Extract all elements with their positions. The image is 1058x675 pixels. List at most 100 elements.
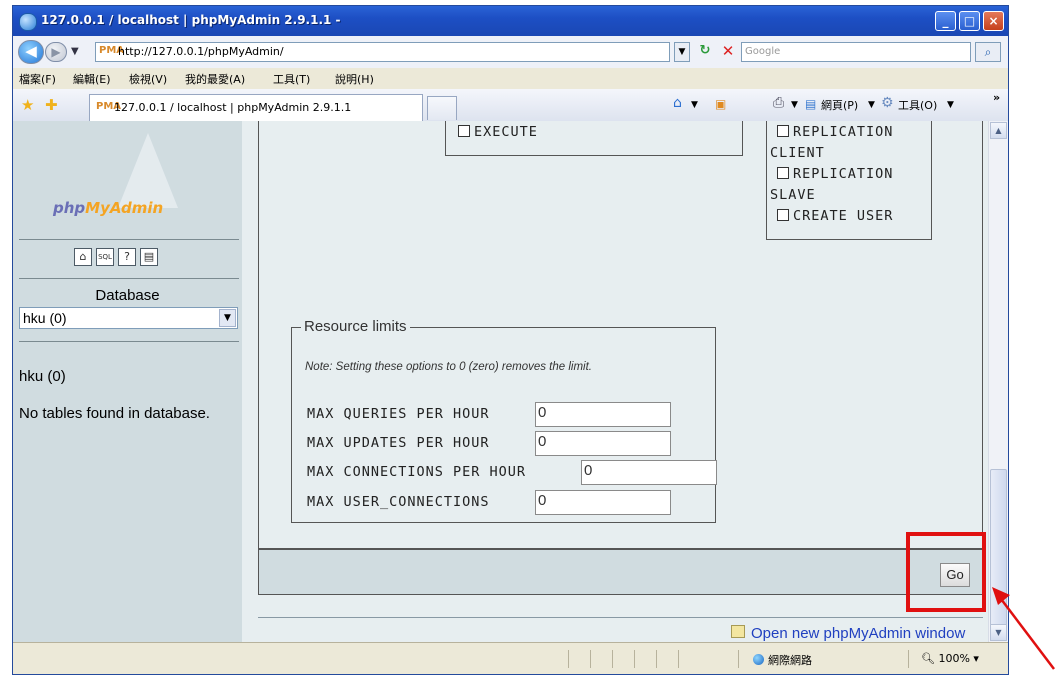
logo-myadmin: MyAdmin bbox=[85, 199, 164, 217]
status-divider bbox=[612, 650, 613, 668]
privilege-execute[interactable]: EXECUTE bbox=[458, 122, 538, 143]
left-navigation-frame: phpMyAdmin ⌂ SQL ? ▤ Database hku (0) ▼ … bbox=[13, 121, 242, 642]
tools-menu[interactable]: 工具(O) bbox=[898, 97, 937, 113]
privilege-group-administration: EXECUTE bbox=[445, 121, 743, 156]
privilege-create-user[interactable]: CREATE USER bbox=[777, 206, 893, 227]
menu-bar: 檔案(F) 編輯(E) 檢視(V) 我的最愛(A) 工具(T) 說明(H) bbox=[13, 68, 1008, 90]
page-icon: ▤ bbox=[805, 97, 817, 111]
phpmyadmin-logo[interactable]: phpMyAdmin bbox=[53, 199, 163, 217]
docs-alt-icon[interactable]: ▤ bbox=[140, 248, 158, 266]
page-dropdown-icon: ▼ bbox=[868, 100, 875, 110]
status-divider bbox=[634, 650, 635, 668]
form-submit-bar: Go bbox=[258, 549, 983, 595]
max-user-connections-input[interactable]: 0 bbox=[535, 490, 671, 515]
user-privileges-form: EXECUTE REPLICATION CLIENT REPLICATION S… bbox=[258, 121, 983, 549]
home-icon[interactable]: ⌂ bbox=[673, 95, 682, 111]
menu-view[interactable]: 檢視(V) bbox=[129, 71, 167, 87]
tab-title: 127.0.0.1 / localhost | phpMyAdmin 2.9.1… bbox=[114, 101, 352, 114]
database-select-value: hku (0) bbox=[23, 310, 67, 326]
address-input[interactable]: PMA http://127.0.0.1/phpMyAdmin/ bbox=[95, 42, 670, 62]
zoom-icon: 🔍︎ bbox=[921, 652, 939, 665]
execute-label: EXECUTE bbox=[474, 124, 538, 140]
stop-icon[interactable]: ✕ bbox=[718, 42, 738, 62]
docs-icon[interactable]: ? bbox=[118, 248, 136, 266]
recent-pages-dropdown[interactable]: ▼ bbox=[71, 46, 79, 57]
refresh-icon[interactable]: ↻ bbox=[694, 42, 716, 62]
internet-zone: 網際網路 bbox=[753, 652, 812, 668]
title-bar: 127.0.0.1 / localhost | phpMyAdmin 2.9.1… bbox=[13, 6, 1008, 36]
menu-favorites[interactable]: 我的最愛(A) bbox=[185, 71, 245, 87]
sql-query-icon[interactable]: SQL bbox=[96, 248, 114, 266]
forward-button[interactable]: ▶ bbox=[45, 42, 67, 62]
favorites-star-icon[interactable]: ★ bbox=[21, 96, 34, 114]
new-tab-button[interactable] bbox=[427, 96, 457, 120]
window-icon bbox=[731, 625, 745, 638]
search-input[interactable]: Google bbox=[741, 42, 971, 62]
browser-window: 127.0.0.1 / localhost | phpMyAdmin 2.9.1… bbox=[12, 5, 1009, 675]
privilege-replication-slave[interactable]: REPLICATION bbox=[777, 164, 893, 185]
zoom-level[interactable]: 🔍︎ 100% ▾ bbox=[921, 652, 979, 665]
database-label: Database bbox=[95, 287, 160, 304]
sailboat-logo-icon bbox=[118, 133, 178, 208]
back-button[interactable]: ◀ bbox=[18, 40, 44, 64]
replication-client-label-1: REPLICATION bbox=[793, 124, 894, 140]
vertical-scrollbar[interactable]: ▲ ▼ bbox=[988, 121, 1008, 642]
create-user-label: CREATE USER bbox=[793, 208, 894, 224]
print-icon[interactable]: ⎙ bbox=[773, 95, 784, 111]
divider bbox=[19, 341, 239, 342]
replication-slave-checkbox[interactable] bbox=[777, 167, 789, 179]
open-new-window-link[interactable]: Open new phpMyAdmin window bbox=[731, 625, 965, 642]
privilege-replication-client[interactable]: REPLICATION bbox=[777, 122, 893, 143]
address-toolbar: ◀ ▶ ▼ PMA http://127.0.0.1/phpMyAdmin/ ▼… bbox=[13, 36, 1008, 69]
max-queries-input[interactable]: 0 bbox=[535, 402, 671, 427]
execute-checkbox[interactable] bbox=[458, 125, 470, 137]
menu-file[interactable]: 檔案(F) bbox=[19, 71, 56, 87]
page-menu[interactable]: 網頁(P) bbox=[821, 97, 858, 113]
replication-slave-label-1: REPLICATION bbox=[793, 166, 894, 182]
tab-bar: ★ ✚ PMA 127.0.0.1 / localhost | phpMyAdm… bbox=[13, 89, 1008, 122]
chevron-down-icon[interactable]: ▼ bbox=[219, 309, 236, 327]
menu-tools[interactable]: 工具(T) bbox=[273, 71, 310, 87]
max-connections-input[interactable]: 0 bbox=[581, 460, 717, 485]
feeds-icon[interactable]: ▣ bbox=[715, 97, 726, 111]
zoom-value: 100% bbox=[938, 652, 970, 665]
close-button[interactable]: × bbox=[983, 11, 1004, 31]
status-divider bbox=[738, 650, 739, 668]
privilege-group-replication: REPLICATION CLIENT REPLICATION SLAVE CRE… bbox=[766, 121, 932, 240]
address-dropdown-button[interactable]: ▼ bbox=[674, 42, 690, 62]
max-connections-label: MAX CONNECTIONS PER HOUR bbox=[307, 464, 527, 480]
annotation-arrow-icon bbox=[992, 587, 1055, 670]
menu-help[interactable]: 說明(H) bbox=[335, 71, 374, 87]
print-dropdown-icon[interactable]: ▼ bbox=[791, 100, 798, 110]
status-bar: 網際網路 🔍︎ 100% ▾ bbox=[13, 642, 1008, 674]
ie-icon bbox=[19, 13, 37, 31]
status-divider bbox=[568, 650, 569, 668]
create-user-checkbox[interactable] bbox=[777, 209, 789, 221]
status-divider bbox=[678, 650, 679, 668]
zone-label: 網際網路 bbox=[768, 654, 812, 667]
go-button-highlight-box bbox=[906, 532, 986, 612]
max-updates-input[interactable]: 0 bbox=[535, 431, 671, 456]
replication-client-label-2: CLIENT bbox=[770, 145, 825, 161]
database-select[interactable]: hku (0) ▼ bbox=[19, 307, 238, 329]
window-title: 127.0.0.1 / localhost | phpMyAdmin 2.9.1… bbox=[41, 13, 341, 27]
replication-client-checkbox[interactable] bbox=[777, 125, 789, 137]
menu-edit[interactable]: 編輯(E) bbox=[73, 71, 111, 87]
no-tables-message: No tables found in database. bbox=[19, 405, 210, 422]
search-button[interactable]: ⌕ bbox=[975, 42, 1001, 62]
tools-gear-icon: ⚙ bbox=[881, 95, 894, 111]
minimize-button[interactable]: _ bbox=[935, 11, 956, 31]
scroll-up-arrow-icon[interactable]: ▲ bbox=[990, 122, 1007, 139]
home-dropdown-icon[interactable]: ▼ bbox=[691, 100, 698, 110]
home-icon[interactable]: ⌂ bbox=[74, 248, 92, 266]
status-divider bbox=[908, 650, 909, 668]
add-favorite-icon[interactable]: ✚ bbox=[45, 96, 58, 114]
current-database-link[interactable]: hku (0) bbox=[19, 368, 66, 385]
chevron-more-icon[interactable]: » bbox=[993, 91, 1000, 104]
maximize-button[interactable]: □ bbox=[959, 11, 980, 31]
divider bbox=[19, 239, 239, 240]
tab-phpmyadmin[interactable]: PMA 127.0.0.1 / localhost | phpMyAdmin 2… bbox=[89, 94, 423, 121]
main-frame: EXECUTE REPLICATION CLIENT REPLICATION S… bbox=[242, 121, 1008, 642]
globe-icon bbox=[753, 654, 764, 665]
logo-php: php bbox=[53, 199, 86, 217]
